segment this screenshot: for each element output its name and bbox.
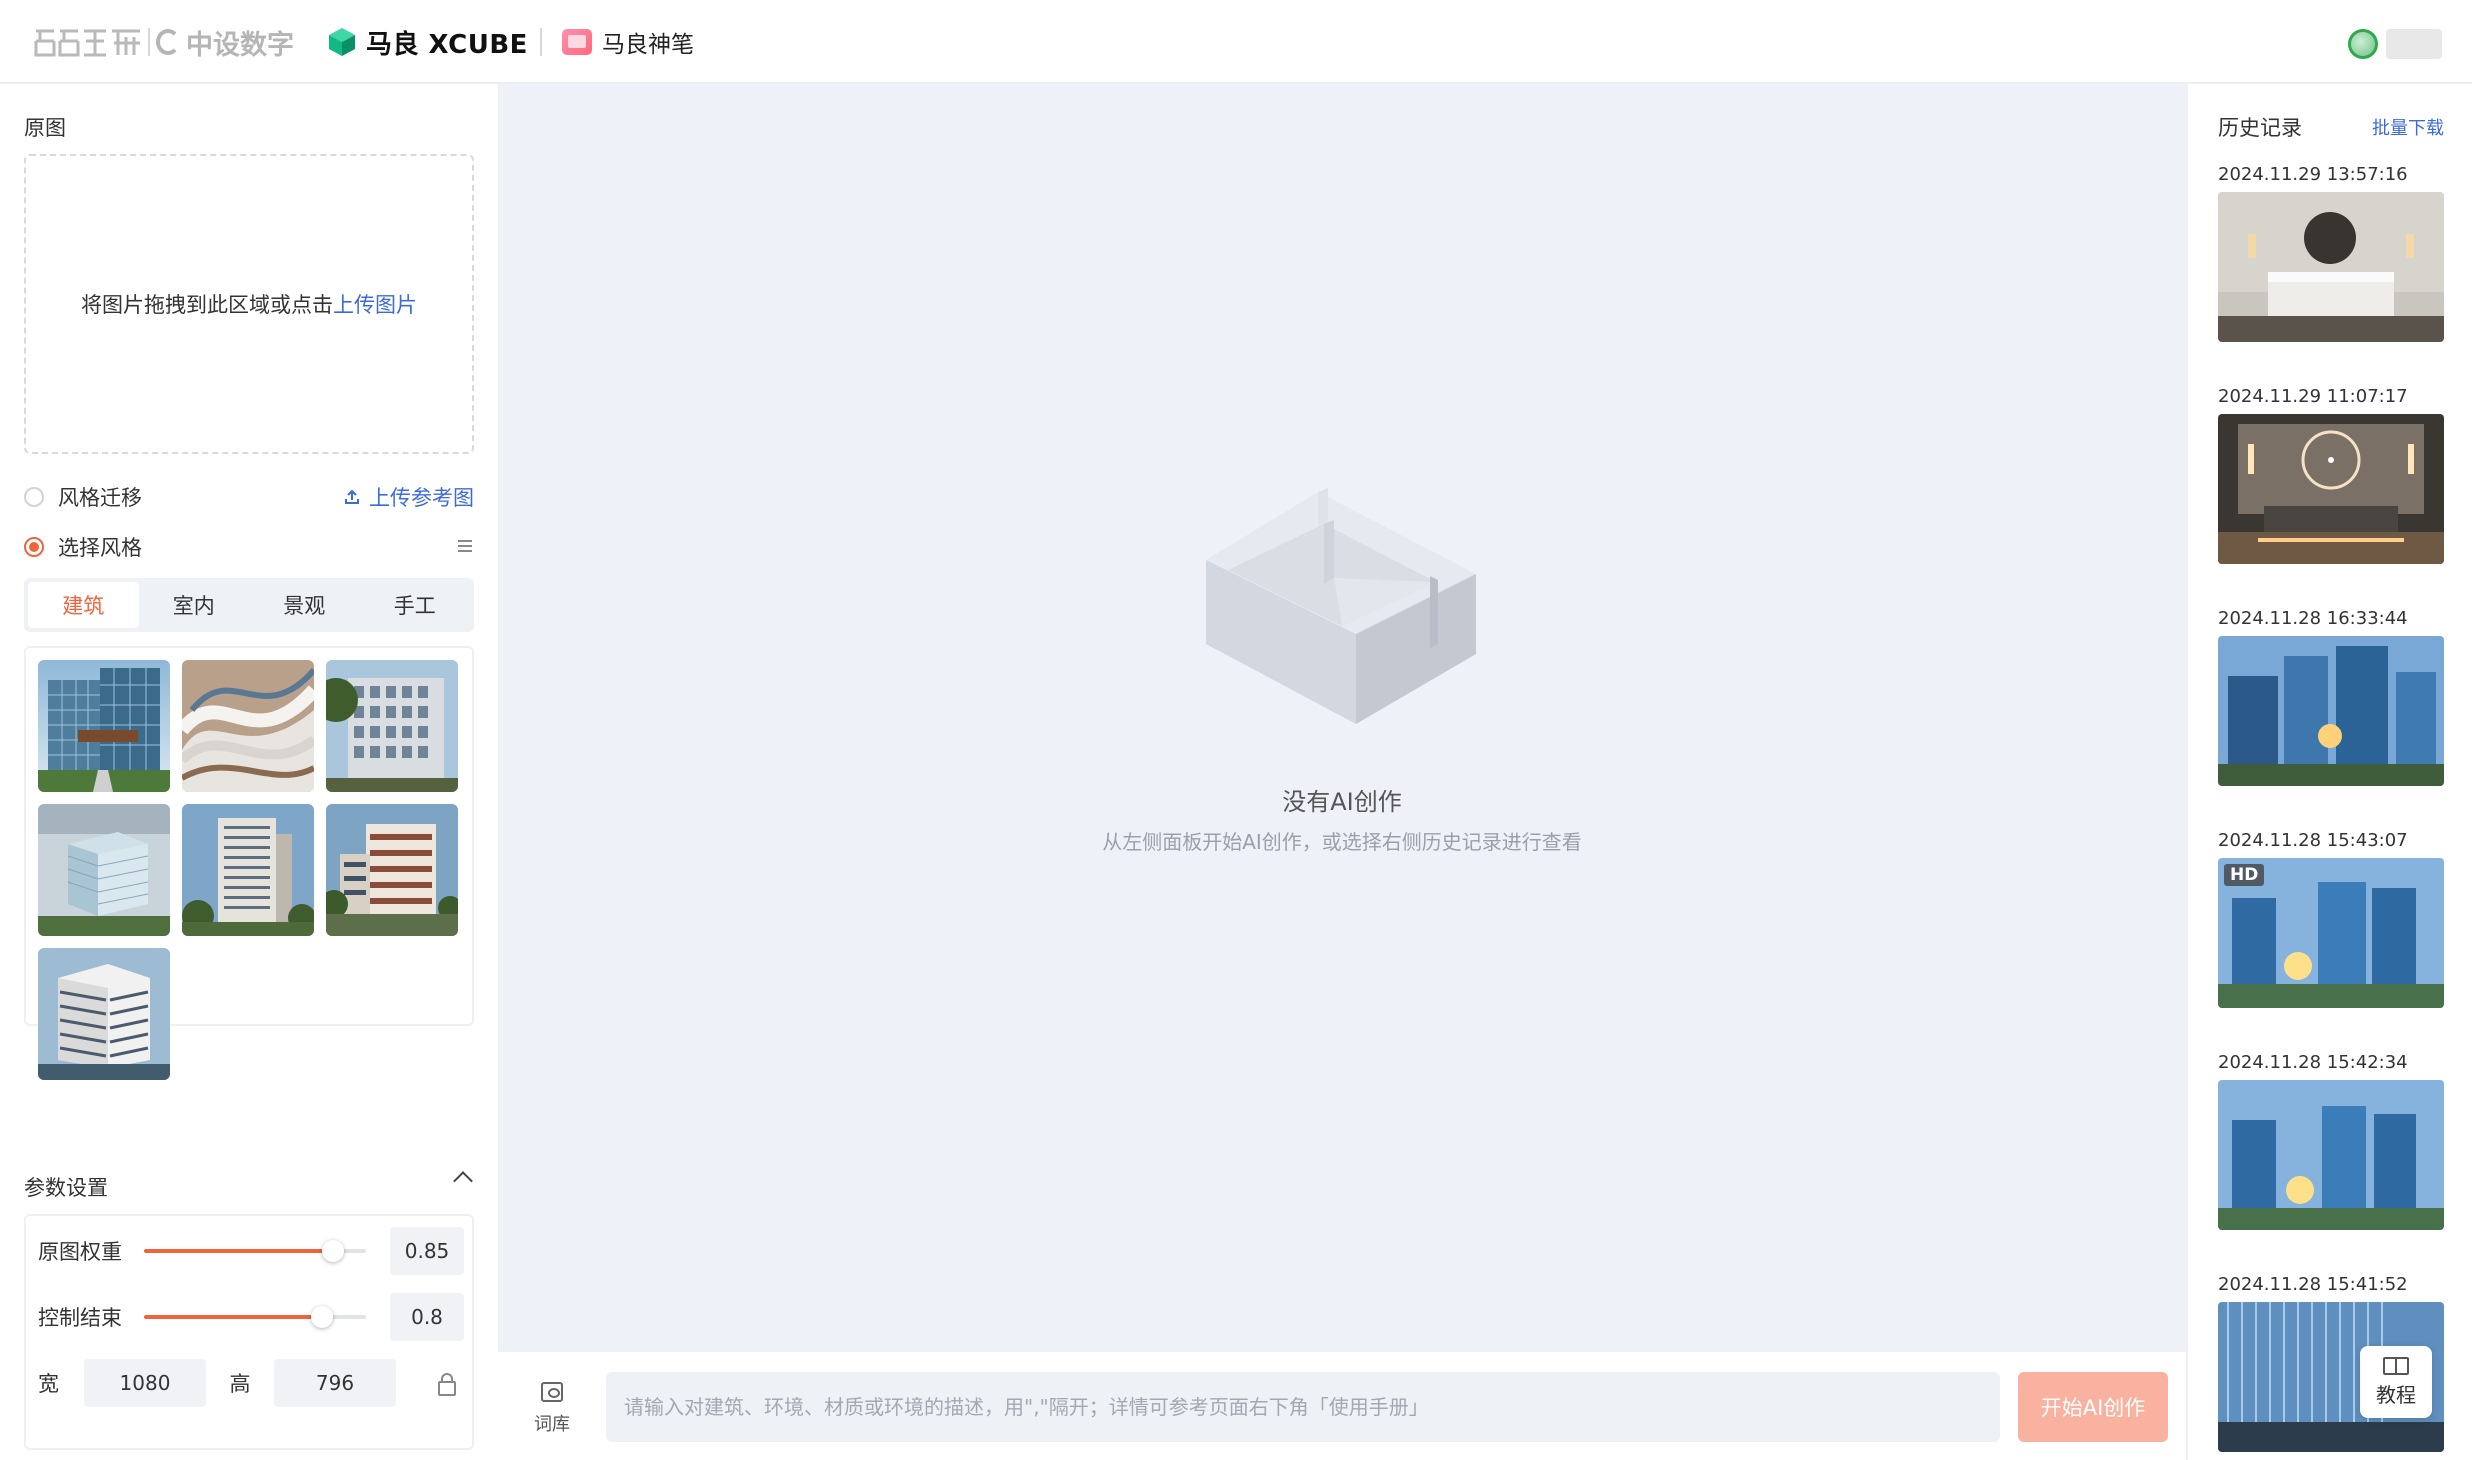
xcube-logo: 马良 XCUBE [328,24,528,60]
style-category-tabs: 建筑 室内 景观 手工 [24,578,474,632]
upload-reference-label: 上传参考图 [369,486,474,510]
book-icon [2383,1356,2409,1375]
empty-state-subtitle: 从左侧面板开始AI创作，或选择右侧历史记录进行查看 [1102,830,1582,854]
tutorial-button[interactable]: 教程 [2360,1346,2432,1418]
height-input[interactable]: 796 [274,1359,396,1407]
tutorial-label: 教程 [2376,1382,2416,1407]
top-header: 中设数字 马良 XCUBE 马良神笔 [0,0,2472,84]
canvas-area: 没有AI创作 从左侧面板开始AI创作，或选择右侧历史记录进行查看 [498,84,2186,1352]
param-row-control-end: 控制结束 0.8 [38,1292,464,1342]
select-style-label: 选择风格 [58,536,142,560]
word-library-icon [541,1382,563,1402]
tab-interior[interactable]: 室内 [139,582,250,628]
shenbi-product[interactable]: 马良神笔 [562,24,694,60]
style-transfer-option[interactable]: 风格迁移 上传参考图 [24,480,474,514]
history-date: 2024.11.28 15:42:34 [2218,1052,2408,1073]
aspect-lock-icon[interactable] [438,1373,456,1396]
zhongshe-logo: 中设数字 [156,24,294,61]
control-end-value[interactable]: 0.8 [390,1293,464,1341]
style-transfer-label: 风格迁移 [58,486,142,510]
prompt-bar: 词库 开始AI创作 [498,1352,2186,1460]
start-ai-creation-button[interactable]: 开始AI创作 [2018,1372,2168,1442]
history-date: 2024.11.28 15:43:07 [2218,830,2408,851]
history-title: 历史记录 [2218,116,2302,140]
word-library-label: 词库 [534,1414,570,1435]
history-item[interactable]: 2024.11.29 13:57:16 [2218,164,2444,342]
original-image-title: 原图 [24,116,66,140]
batch-download-link[interactable]: 批量下载 [2372,114,2444,140]
shenbi-logo-icon [562,29,592,55]
brand-divider [148,28,150,56]
slider-knob[interactable] [310,1306,333,1328]
history-thumbnail[interactable]: HD [2218,858,2444,1008]
history-date: 2024.11.29 13:57:16 [2218,164,2408,185]
width-input[interactable]: 1080 [84,1359,206,1407]
style-transfer-radio[interactable] [24,487,44,507]
zhongshe-mark-icon [156,29,180,55]
style-list-menu-icon[interactable] [458,540,474,554]
empty-state-title: 没有AI创作 [1282,788,1402,816]
history-item[interactable]: 2024.11.28 15:42:34 [2218,1052,2444,1230]
avatar-globe-icon [2348,29,2378,59]
style-thumb-glass-office-building[interactable] [38,660,170,792]
style-thumb-parametric-curved-building[interactable] [182,660,314,792]
params-panel: 原图权重 0.85 控制结束 0.8 宽 1080 高 796 [24,1214,474,1450]
history-thumbnail[interactable] [2218,1080,2444,1230]
zhongshe-name: 中设数字 [186,29,294,61]
history-date: 2024.11.29 11:07:17 [2218,386,2408,407]
tab-handcraft[interactable]: 手工 [360,582,471,628]
param-label: 控制结束 [38,1306,122,1330]
xcube-cube-icon [328,27,356,57]
height-label: 高 [229,1372,251,1396]
prompt-input[interactable] [606,1372,2000,1442]
username-blurred [2386,29,2442,59]
brand-divider [540,28,542,56]
word-library-button[interactable]: 词库 [532,1382,572,1436]
upload-image-link[interactable]: 上传图片 [333,289,417,319]
style-thumb-terraced-residential[interactable] [326,804,458,936]
upload-hint: 将图片拖拽到此区域或点击 [81,293,333,317]
style-thumb-grid-facade-building[interactable] [326,660,458,792]
params-section-title: 参数设置 [24,1176,108,1200]
hd-badge: HD [2224,864,2265,886]
empty-box-icon [1206,488,1476,724]
slider-knob[interactable] [321,1240,344,1262]
tab-landscape[interactable]: 景观 [249,582,360,628]
width-label: 宽 [38,1372,59,1396]
upload-reference-button[interactable]: 上传参考图 [343,482,474,512]
image-upload-dropzone[interactable]: 将图片拖拽到此区域或点击 上传图片 [24,154,474,454]
tab-architecture[interactable]: 建筑 [28,582,139,628]
collapse-chevron-icon[interactable] [453,1171,473,1191]
select-style-option[interactable]: 选择风格 [24,530,474,564]
style-thumb-glass-cube-building[interactable] [38,804,170,936]
history-item[interactable]: 2024.11.28 16:33:44 [2218,608,2444,786]
param-row-dimensions: 宽 1080 高 796 [38,1358,464,1408]
select-style-radio[interactable] [24,537,44,557]
style-thumbnail-grid [24,646,474,1080]
cscec-mark-icon [34,27,144,57]
history-date: 2024.11.28 15:41:52 [2218,1274,2408,1295]
original-weight-value[interactable]: 0.85 [390,1227,464,1275]
upload-icon [345,489,359,504]
cscec-logo [34,24,152,60]
control-end-slider[interactable] [144,1306,366,1328]
original-weight-slider[interactable] [144,1240,366,1262]
xcube-name: 马良 XCUBE [366,29,528,60]
history-date: 2024.11.28 16:33:44 [2218,608,2408,629]
param-row-original-weight: 原图权重 0.85 [38,1226,464,1276]
history-thumbnail[interactable] [2218,636,2444,786]
history-panel: 历史记录 批量下载 2024.11.29 13:57:16 2024.11.29… [2186,84,2472,1460]
user-avatar[interactable] [2348,26,2448,62]
param-label: 原图权重 [38,1240,122,1264]
history-item[interactable]: 2024.11.28 15:43:07 HD [2218,830,2444,1008]
history-thumbnail[interactable] [2218,192,2444,342]
history-thumbnail[interactable] [2218,414,2444,564]
shenbi-name: 马良神笔 [602,32,694,58]
style-thumb-residential-tower[interactable] [182,804,314,936]
style-thumb-corner-office-tower[interactable] [38,948,170,1080]
history-item[interactable]: 2024.11.29 11:07:17 [2218,386,2444,564]
left-panel: 原图 将图片拖拽到此区域或点击 上传图片 风格迁移 上传参考图 选择风格 建筑 室… [0,84,498,1460]
